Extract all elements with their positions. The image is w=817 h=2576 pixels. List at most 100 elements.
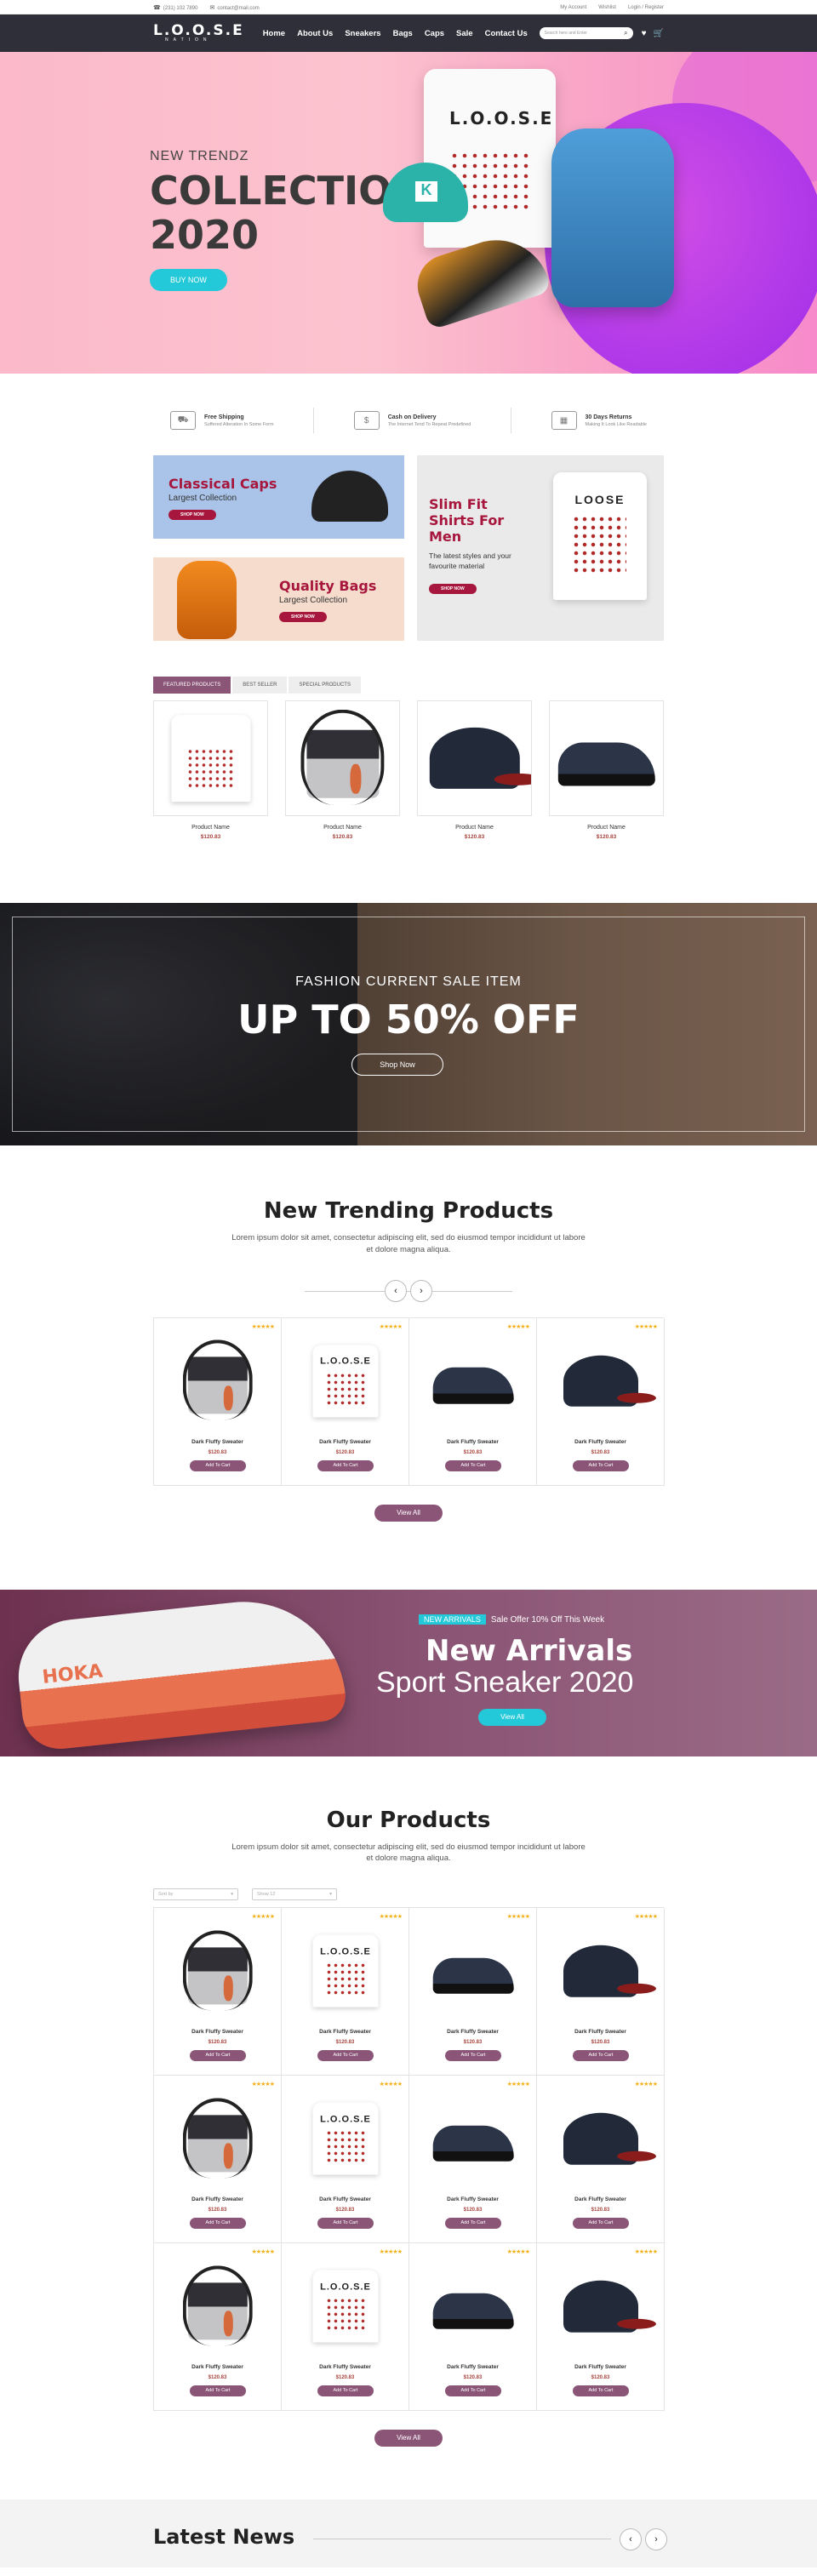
shirts-banner[interactable]: Slim Fit Shirts For Men The latest style… — [417, 455, 664, 641]
wishlist-link[interactable]: Wishlist — [598, 5, 616, 10]
product-card[interactable]: ★★★★★ Dark Fluffy Sweater $120.83 Add To Ca… — [537, 1317, 665, 1486]
product-card[interactable]: ★★★★★ Dark Fluffy Sweater $120.83 Add To Ca… — [409, 1317, 537, 1486]
product-card[interactable]: ★★★★★ L.O.O.S.E Dark Fluffy Sweater $120.83… — [282, 1908, 409, 2076]
featured-card[interactable]: Product Name $120.83 — [285, 700, 400, 840]
product-image[interactable]: L.O.O.S.E — [299, 2091, 392, 2186]
nav-caps[interactable]: Caps — [425, 29, 444, 38]
product-name[interactable]: Dark Fluffy Sweater — [154, 2196, 281, 2202]
product-name[interactable]: Dark Fluffy Sweater — [282, 2029, 408, 2035]
add-to-cart-button[interactable]: Add To Cart — [573, 2218, 629, 2230]
product-image[interactable] — [417, 700, 532, 816]
product-name[interactable]: Dark Fluffy Sweater — [154, 2364, 281, 2370]
product-name[interactable]: Dark Fluffy Sweater — [282, 2196, 408, 2202]
product-card[interactable]: ★★★★★ Dark Fluffy Sweater $120.83 Add To Ca… — [537, 1908, 665, 2076]
featured-card[interactable]: Product Name $120.83 — [417, 700, 532, 840]
add-to-cart-button[interactable]: Add To Cart — [190, 2385, 246, 2397]
product-image[interactable]: L.O.O.S.E — [299, 2259, 392, 2354]
add-to-cart-button[interactable]: Add To Cart — [317, 1459, 374, 1471]
product-card[interactable]: ★★★★★ Dark Fluffy Sweater $120.83 Add To Ca… — [154, 2243, 282, 2412]
add-to-cart-button[interactable]: Add To Cart — [573, 1459, 629, 1471]
product-card[interactable]: ★★★★★ Dark Fluffy Sweater $120.83 Add To Ca… — [537, 2243, 665, 2412]
add-to-cart-button[interactable]: Add To Cart — [445, 2218, 501, 2230]
product-card[interactable]: ★★★★★ L.O.O.S.E Dark Fluffy Sweater $120.83… — [282, 1317, 409, 1486]
bags-banner[interactable]: Quality Bags Largest Collection SHOP NOW — [153, 557, 404, 641]
product-name[interactable]: Dark Fluffy Sweater — [154, 1439, 281, 1445]
arrivals-view-all-button[interactable]: View All — [478, 1708, 546, 1726]
bags-shop-now-button[interactable]: SHOP NOW — [279, 612, 327, 622]
nav-home[interactable]: Home — [263, 29, 285, 38]
shop-now-button[interactable]: Shop Now — [351, 1054, 443, 1076]
product-image[interactable] — [171, 1334, 265, 1429]
logo[interactable]: L.O.O.S.E NATION — [153, 24, 244, 43]
product-image[interactable] — [554, 2259, 657, 2354]
caps-shop-now-button[interactable]: SHOP NOW — [169, 510, 216, 520]
product-name[interactable]: Dark Fluffy Sweater — [537, 2029, 664, 2035]
product-name[interactable]: Dark Fluffy Sweater — [282, 1439, 408, 1445]
buy-now-button[interactable]: BUY NOW — [150, 269, 227, 292]
product-name[interactable]: Dark Fluffy Sweater — [409, 1439, 536, 1445]
nav-sneakers[interactable]: Sneakers — [345, 29, 380, 38]
product-card[interactable]: ★★★★★ Dark Fluffy Sweater $120.83 Add To Ca… — [409, 2243, 537, 2412]
product-name[interactable]: Dark Fluffy Sweater — [537, 1439, 664, 1445]
search-input[interactable]: Search here and Enter ⌕ — [539, 27, 633, 39]
product-image[interactable] — [153, 700, 268, 816]
product-image[interactable] — [171, 2091, 265, 2186]
tab-special[interactable]: SPECIAL PRODUCTS — [289, 677, 361, 694]
product-card[interactable]: ★★★★★ Dark Fluffy Sweater $120.83 Add To Ca… — [154, 1317, 282, 1486]
featured-card[interactable]: Product Name $120.83 — [153, 700, 268, 840]
product-name[interactable]: Dark Fluffy Sweater — [537, 2364, 664, 2370]
product-name[interactable]: Dark Fluffy Sweater — [537, 2196, 664, 2202]
cart-icon[interactable]: 🛒 — [654, 29, 664, 38]
product-card[interactable]: ★★★★★ Dark Fluffy Sweater $120.83 Add To Ca… — [154, 2076, 282, 2244]
product-card[interactable]: ★★★★★ Dark Fluffy Sweater $120.83 Add To Ca… — [154, 1908, 282, 2076]
product-image[interactable] — [426, 1334, 520, 1429]
product-card[interactable]: ★★★★★ L.O.O.S.E Dark Fluffy Sweater $120.83… — [282, 2243, 409, 2412]
add-to-cart-button[interactable]: Add To Cart — [317, 2218, 374, 2230]
sort-select[interactable]: Sort by ▾ — [153, 1888, 238, 1901]
my-account-link[interactable]: My Account — [560, 5, 586, 10]
add-to-cart-button[interactable]: Add To Cart — [190, 2050, 246, 2062]
add-to-cart-button[interactable]: Add To Cart — [317, 2050, 374, 2062]
product-image[interactable] — [426, 1923, 520, 2019]
product-image[interactable]: L.O.O.S.E — [299, 1923, 392, 2019]
product-name[interactable]: Dark Fluffy Sweater — [154, 2029, 281, 2035]
view-all-button[interactable]: View All — [374, 2430, 443, 2447]
chevron-right-icon[interactable]: › — [410, 1279, 432, 1302]
product-name[interactable]: Dark Fluffy Sweater — [409, 2364, 536, 2370]
add-to-cart-button[interactable]: Add To Cart — [190, 1459, 246, 1471]
add-to-cart-button[interactable]: Add To Cart — [445, 2050, 501, 2062]
add-to-cart-button[interactable]: Add To Cart — [573, 2050, 629, 2062]
nav-contact[interactable]: Contact Us — [485, 29, 528, 38]
product-image[interactable]: L.O.O.S.E — [299, 1334, 392, 1429]
product-image[interactable] — [426, 2091, 520, 2186]
chevron-right-icon[interactable]: › — [645, 2528, 667, 2551]
product-image[interactable] — [554, 1923, 657, 2019]
product-image[interactable] — [285, 700, 400, 816]
product-card[interactable]: ★★★★★ Dark Fluffy Sweater $120.83 Add To Ca… — [537, 2076, 665, 2244]
product-card[interactable]: ★★★★★ Dark Fluffy Sweater $120.83 Add To Ca… — [409, 1908, 537, 2076]
show-select[interactable]: Show 12 ▾ — [252, 1888, 337, 1901]
featured-card[interactable]: Product Name $120.83 — [549, 700, 664, 840]
product-image[interactable] — [171, 2259, 265, 2354]
product-name[interactable]: Dark Fluffy Sweater — [409, 2029, 536, 2035]
product-image[interactable] — [549, 700, 664, 816]
product-name[interactable]: Product Name — [417, 825, 532, 831]
login-link[interactable]: Login / Register — [628, 5, 664, 10]
product-name[interactable]: Dark Fluffy Sweater — [409, 2196, 536, 2202]
tab-featured[interactable]: FEATURED PRODUCTS — [153, 677, 231, 694]
product-image[interactable] — [171, 1923, 265, 2019]
add-to-cart-button[interactable]: Add To Cart — [445, 2385, 501, 2397]
chevron-left-icon[interactable]: ‹ — [385, 1279, 407, 1302]
view-all-button[interactable]: View All — [374, 1504, 443, 1522]
shirts-shop-now-button[interactable]: SHOP NOW — [429, 583, 477, 594]
product-image[interactable] — [554, 2091, 657, 2186]
heart-icon[interactable]: ♥ — [642, 29, 647, 38]
nav-bags[interactable]: Bags — [393, 29, 413, 38]
product-card[interactable]: ★★★★★ L.O.O.S.E Dark Fluffy Sweater $120.83… — [282, 2076, 409, 2244]
caps-banner[interactable]: Classical Caps Largest Collection SHOP N… — [153, 455, 404, 539]
product-name[interactable]: Product Name — [549, 825, 664, 831]
product-image[interactable] — [426, 2259, 520, 2354]
search-icon[interactable]: ⌕ — [624, 29, 627, 37]
product-image[interactable] — [554, 1334, 657, 1429]
product-name[interactable]: Product Name — [153, 825, 268, 831]
